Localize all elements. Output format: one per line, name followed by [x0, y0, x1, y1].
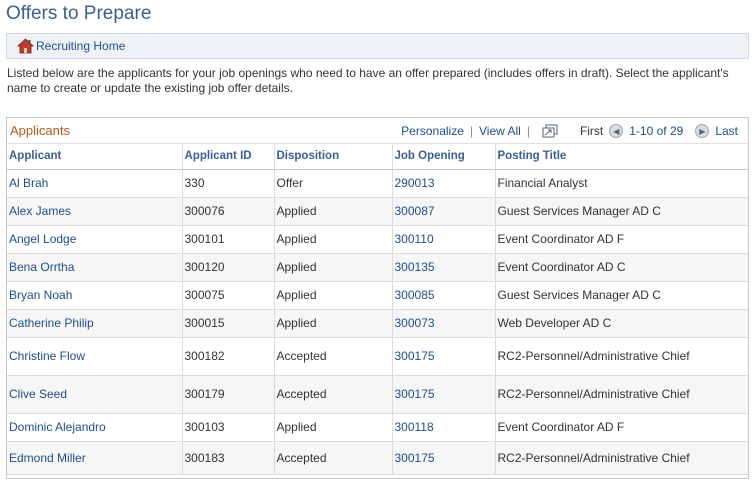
table-header-row: Applicant Applicant ID Disposition Job O… — [7, 144, 748, 170]
applicant-id: 300015 — [182, 309, 275, 338]
posting-title: Guest Services Manager AD C — [495, 281, 748, 310]
column-header-posting-title[interactable]: Posting Title — [495, 144, 748, 170]
job-opening-link[interactable]: 300087 — [395, 204, 435, 218]
applicant-id: 300183 — [182, 441, 275, 475]
applicant-id: 300101 — [182, 225, 275, 254]
table-row: Angel Lodge 300101 Applied 300110 Event … — [7, 225, 748, 254]
posting-title: Financial Analyst — [495, 169, 748, 198]
posting-title: Event Coordinator AD C — [495, 253, 748, 282]
disposition: Applied — [274, 309, 393, 338]
disposition: Accepted — [274, 441, 393, 475]
job-opening-link[interactable]: 300135 — [395, 260, 435, 274]
grid-toolbar: Personalize | View All | First ◀ 1-10 of… — [401, 124, 738, 138]
applicant-link[interactable]: Bena Orrtha — [9, 260, 74, 274]
job-opening-link[interactable]: 300073 — [395, 316, 435, 330]
applicant-id: 300103 — [182, 413, 275, 442]
applicant-link[interactable]: Edmond Miller — [9, 451, 86, 465]
table-row: Dominic Alejandro 300103 Applied 300118 … — [7, 413, 748, 442]
applicants-table: Applicant Applicant ID Disposition Job O… — [7, 144, 748, 475]
column-header-disposition[interactable]: Disposition — [274, 144, 393, 170]
table-row: Alex James 300076 Applied 300087 Guest S… — [7, 197, 748, 226]
home-icon[interactable] — [17, 38, 34, 54]
applicant-link[interactable]: Christine Flow — [9, 349, 85, 363]
separator: | — [526, 124, 530, 138]
recruiting-home-link[interactable]: Recruiting Home — [36, 39, 125, 53]
table-row: Al Brah 330 Offer 290013 Financial Analy… — [7, 169, 748, 198]
job-opening-link[interactable]: 300118 — [395, 420, 434, 434]
zoom-grid-icon[interactable] — [542, 124, 558, 138]
column-header-applicant[interactable]: Applicant — [7, 144, 183, 170]
posting-title: Event Coordinator AD F — [495, 413, 748, 442]
job-opening-link[interactable]: 300175 — [395, 387, 435, 401]
separator: | — [469, 124, 473, 138]
applicants-grid: Applicants Personalize | View All | Firs… — [6, 117, 749, 479]
applicant-id: 300182 — [182, 337, 275, 376]
posting-title: RC2-Personnel/Administrative Chief — [495, 337, 748, 376]
disposition: Applied — [274, 253, 393, 282]
posting-title: Event Coordinator AD F — [495, 225, 748, 254]
instructions-text: Listed below are the applicants for your… — [7, 66, 729, 95]
disposition: Applied — [274, 197, 393, 226]
applicant-link[interactable]: Dominic Alejandro — [9, 420, 106, 434]
disposition: Accepted — [274, 375, 393, 414]
page-range: 1-10 of 29 — [629, 124, 684, 138]
applicant-link[interactable]: Catherine Philip — [9, 316, 94, 330]
job-opening-link[interactable]: 300085 — [395, 288, 435, 302]
applicant-link[interactable]: Bryan Noah — [9, 288, 72, 302]
disposition: Applied — [274, 225, 393, 254]
posting-title: RC2-Personnel/Administrative Chief — [495, 441, 748, 475]
column-header-job-opening[interactable]: Job Opening — [392, 144, 496, 170]
applicant-id: 300076 — [182, 197, 275, 226]
last-link[interactable]: Last — [715, 124, 738, 138]
applicant-link[interactable]: Clive Seed — [9, 387, 67, 401]
view-all-link[interactable]: View All — [479, 124, 521, 138]
grid-title: Applicants — [10, 123, 70, 138]
table-row: Catherine Philip 300015 Applied 300073 W… — [7, 309, 748, 338]
applicant-link[interactable]: Al Brah — [9, 176, 48, 190]
disposition: Accepted — [274, 337, 393, 376]
posting-title: Guest Services Manager AD C — [495, 197, 748, 226]
table-row: Bena Orrtha 300120 Applied 300135 Event … — [7, 253, 748, 282]
table-row: Bryan Noah 300075 Applied 300085 Guest S… — [7, 281, 748, 310]
applicant-link[interactable]: Angel Lodge — [9, 232, 76, 246]
first-label: First — [579, 124, 604, 138]
page-title: Offers to Prepare — [6, 3, 152, 24]
applicant-id: 300120 — [182, 253, 275, 282]
previous-page-icon[interactable]: ◀ — [609, 124, 624, 138]
applicant-id: 300179 — [182, 375, 275, 414]
posting-title: Web Developer AD C — [495, 309, 748, 338]
next-page-icon[interactable]: ▶ — [695, 124, 710, 138]
job-opening-link[interactable]: 300175 — [395, 451, 435, 465]
personalize-link[interactable]: Personalize — [401, 124, 464, 138]
job-opening-link[interactable]: 300175 — [395, 349, 435, 363]
posting-title: RC2-Personnel/Administrative Chief — [495, 375, 748, 414]
job-opening-link[interactable]: 300110 — [395, 232, 434, 246]
table-row: Edmond Miller 300183 Accepted 300175 RC2… — [7, 441, 748, 475]
applicant-id: 330 — [182, 169, 275, 198]
table-row: Clive Seed 300179 Accepted 300175 RC2-Pe… — [7, 375, 748, 414]
job-opening-link[interactable]: 290013 — [395, 176, 435, 190]
disposition: Applied — [274, 281, 393, 310]
table-row: Christine Flow 300182 Accepted 300175 RC… — [7, 337, 748, 376]
disposition: Offer — [274, 169, 393, 198]
disposition: Applied — [274, 413, 393, 442]
applicant-link[interactable]: Alex James — [9, 204, 71, 218]
applicant-id: 300075 — [182, 281, 275, 310]
grid-header: Applicants Personalize | View All | Firs… — [7, 118, 748, 144]
column-header-applicant-id[interactable]: Applicant ID — [182, 144, 275, 170]
navigation-bar: Recruiting Home — [6, 33, 749, 59]
